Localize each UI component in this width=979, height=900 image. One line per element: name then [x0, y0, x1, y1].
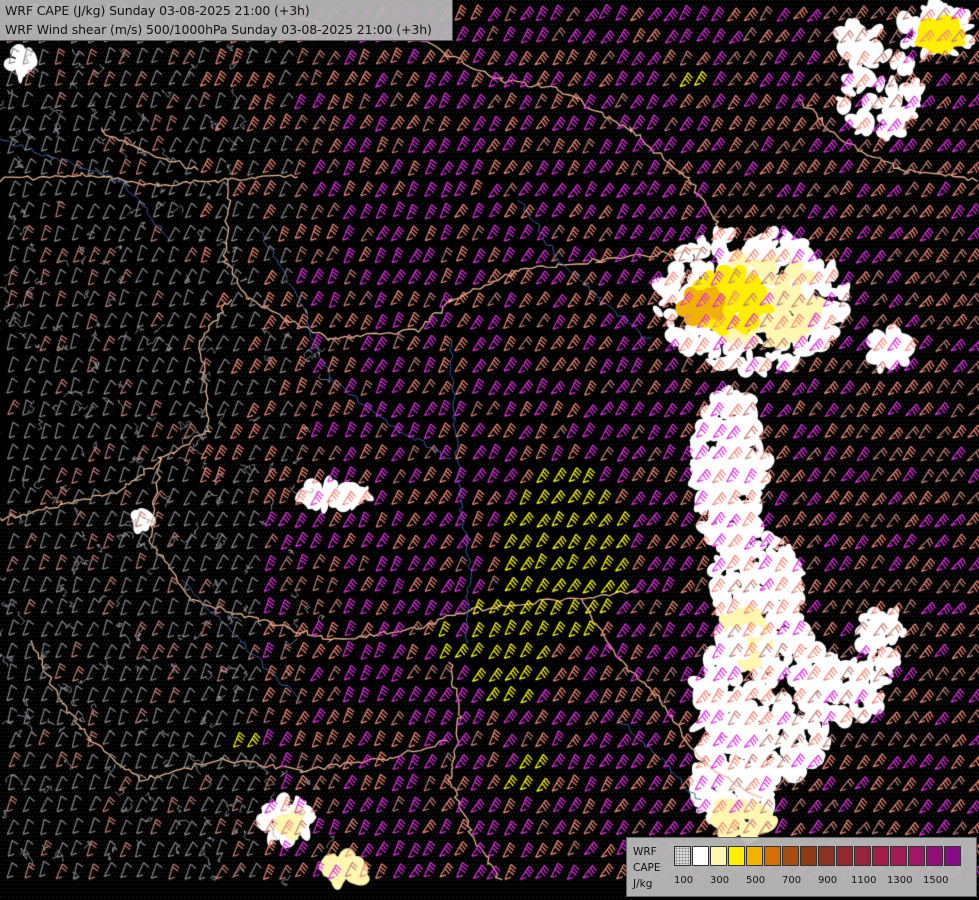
legend-swatch: [926, 846, 943, 866]
legend-color-scale: [674, 846, 962, 866]
wind-shear-title: WRF Wind shear (m/s) 500/1000hPa Sunday …: [5, 22, 432, 37]
legend-swatch: [818, 846, 835, 866]
legend-model-label: WRF: [633, 846, 657, 858]
legend-swatch: [836, 846, 853, 866]
legend-swatch: [854, 846, 871, 866]
legend-swatch: [710, 846, 727, 866]
cape-title: WRF CAPE (J/kg) Sunday 03-08-2025 21:00 …: [5, 3, 310, 18]
legend-tick-labels: 100 300 500 700 900 1100 1300 1500: [674, 875, 974, 889]
legend-swatch: [728, 846, 745, 866]
legend-swatch: [764, 846, 781, 866]
legend-field-label: CAPE: [633, 862, 661, 874]
legend-swatch: [692, 846, 709, 866]
legend-tick: 500: [746, 875, 766, 886]
legend-tick: 100: [674, 875, 694, 886]
legend-swatch: [944, 846, 961, 866]
legend-unit-label: J/kg: [633, 878, 653, 890]
legend-tick: 1500: [923, 875, 949, 886]
legend-tick: 1100: [851, 875, 877, 886]
cape-legend: WRF CAPE J/kg 100 300 500 700 900 1100 1300 150…: [626, 837, 977, 897]
legend-swatch: [872, 846, 889, 866]
legend-swatch: [908, 846, 925, 866]
legend-swatch: [746, 846, 763, 866]
legend-tick: 300: [710, 875, 730, 886]
legend-tick: 1300: [887, 875, 913, 886]
map-title-box: WRF CAPE (J/kg) Sunday 03-08-2025 21:00 …: [0, 0, 453, 41]
cape-shear-map: [0, 0, 979, 900]
legend-swatch: [674, 846, 691, 866]
legend-tick: 900: [818, 875, 838, 886]
legend-tick: 700: [782, 875, 802, 886]
legend-swatch: [800, 846, 817, 866]
legend-swatch: [890, 846, 907, 866]
legend-swatch: [782, 846, 799, 866]
